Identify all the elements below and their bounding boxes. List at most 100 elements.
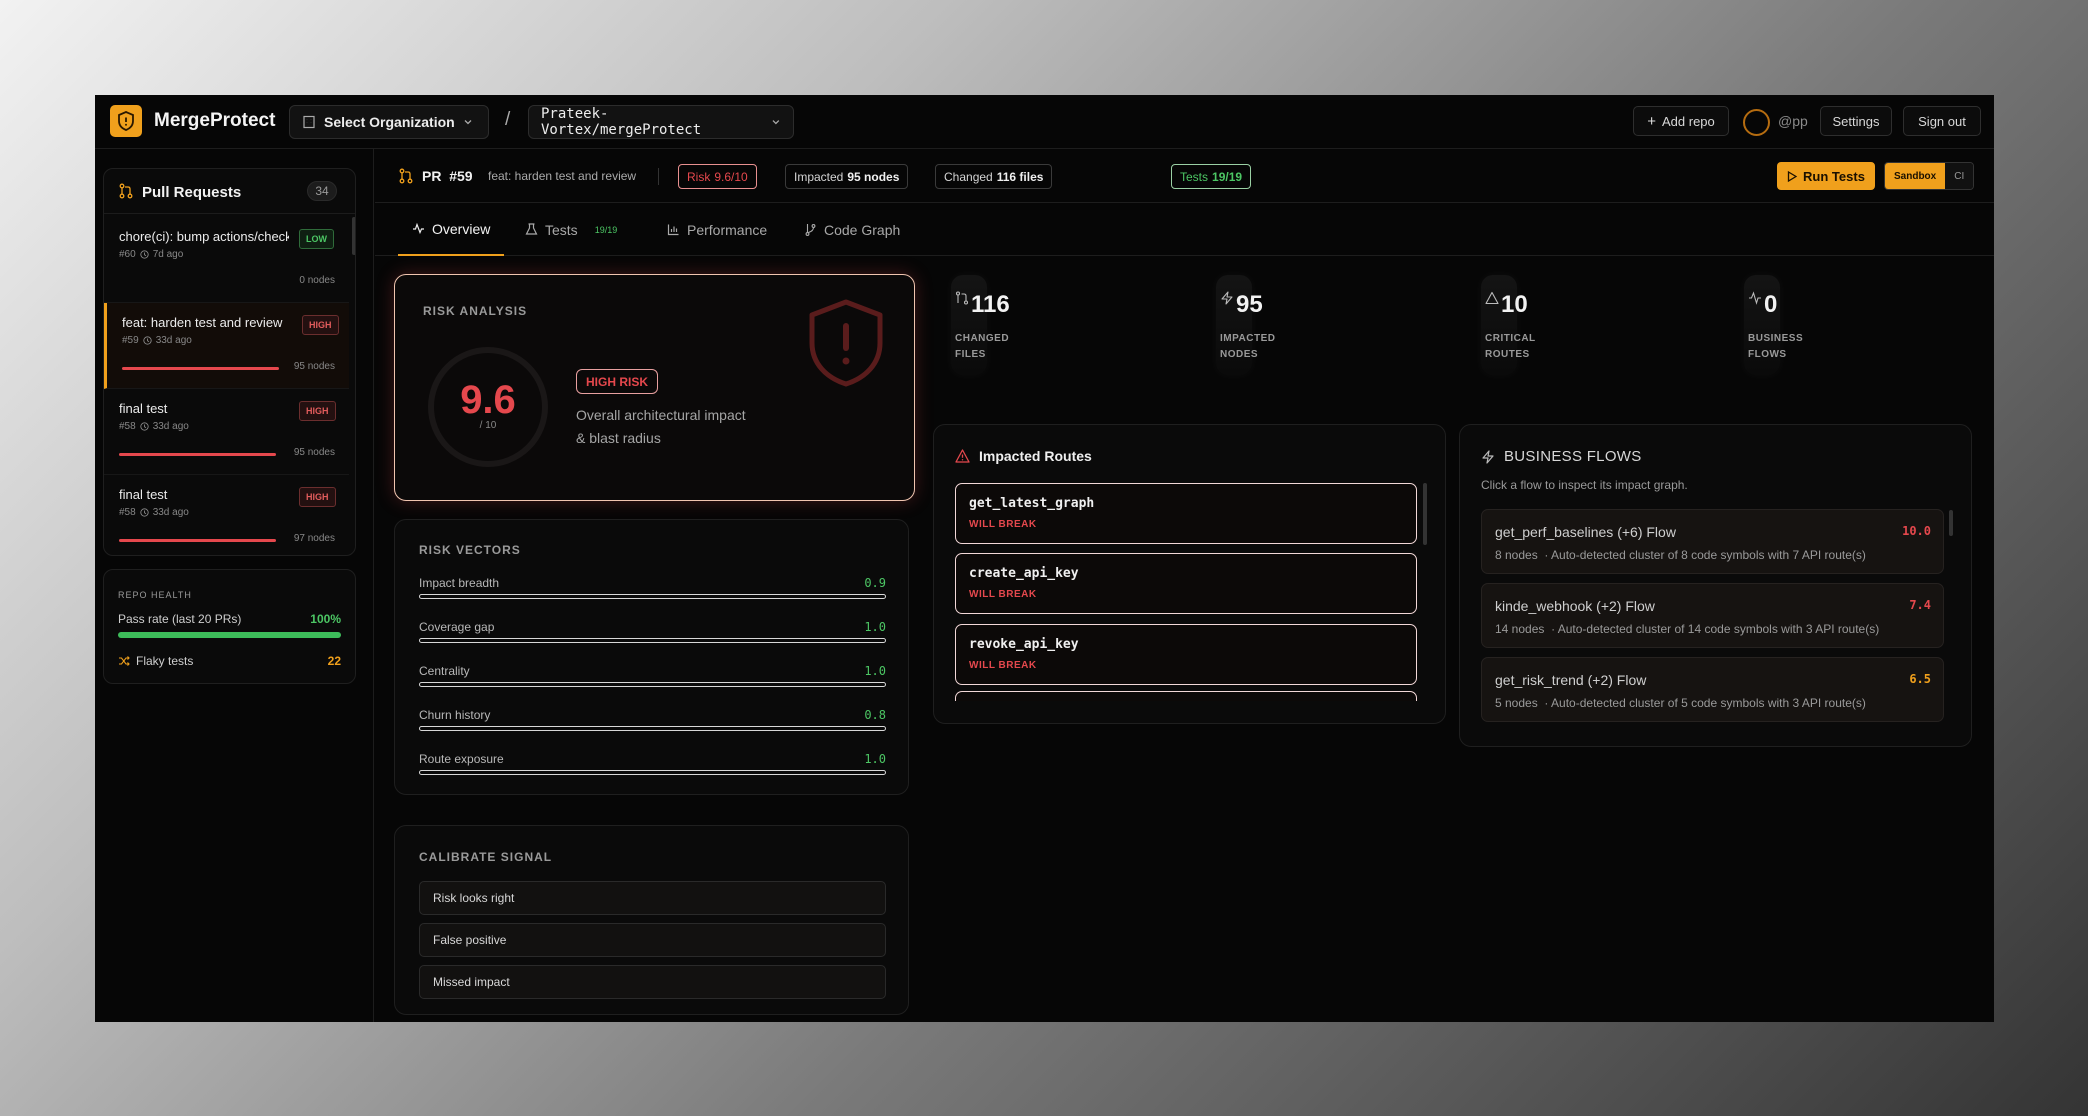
bar-chart-icon: [667, 224, 679, 236]
business-flows-subtitle: Click a flow to inspect its impact graph…: [1481, 478, 1688, 492]
risk-vector-name: Impact breadth: [419, 576, 500, 590]
risk-pill-label: Risk: [687, 169, 711, 184]
risk-looks-right-button[interactable]: Risk looks right: [419, 881, 886, 915]
business-flow-item[interactable]: get_risk_trend (+2) Flow 6.5 5 nodes · Aut…: [1481, 657, 1944, 722]
warning-icon: [1485, 291, 1499, 305]
route-item[interactable]: create_api_key WILL BREAK: [955, 553, 1417, 614]
tests-pill-label: Tests: [1180, 169, 1209, 184]
clock-icon: [140, 422, 149, 431]
pr-item-number: #58: [119, 507, 136, 518]
risk-bar: [119, 539, 276, 542]
mode-sandbox-button[interactable]: Sandbox: [1885, 163, 1946, 189]
settings-button[interactable]: Settings: [1820, 106, 1892, 136]
run-tests-button[interactable]: Run Tests: [1777, 162, 1875, 190]
route-item[interactable]: get_latest_graph WILL BREAK: [955, 483, 1417, 544]
chevron-down-icon: [464, 120, 472, 125]
pr-item-meta: #60 7d ago: [119, 249, 183, 260]
risk-vector-value: 0.8: [864, 708, 886, 722]
pr-list-scrollbar[interactable]: [352, 217, 355, 255]
pr-list-item[interactable]: final test #58 33d ago HIGH 95 nodes: [104, 389, 349, 475]
organization-select[interactable]: Select Organization: [289, 105, 489, 139]
flow-name: get_perf_baselines (+6) Flow: [1495, 524, 1676, 540]
flow-detail: · Auto-detected cluster of 14 code symbo…: [1551, 622, 1880, 636]
risk-bar: [119, 453, 276, 456]
pr-item-meta: #59 33d ago: [122, 335, 192, 346]
business-flow-item[interactable]: get_perf_baselines (+6) Flow 10.0 8 nodes …: [1481, 509, 1944, 574]
risk-vector-value: 0.9: [864, 576, 886, 590]
pr-item-number: #58: [119, 421, 136, 432]
risk-denominator: / 10: [479, 420, 497, 431]
route-item-partial[interactable]: [955, 691, 1417, 701]
shield-alert-icon: [809, 299, 883, 387]
pr-list-item[interactable]: final test #58 33d ago HIGH 97 nodes: [104, 475, 349, 555]
pr-list-item[interactable]: feat: harden test and review #59 33d ago HI…: [104, 303, 349, 389]
high-risk-badge: HIGH RISK: [576, 369, 659, 394]
avatar[interactable]: [1743, 109, 1770, 136]
flow-name: kinde_webhook (+2) Flow: [1495, 598, 1655, 614]
mode-ci-button[interactable]: CI: [1945, 163, 1974, 189]
flaky-tests-row[interactable]: Flaky tests: [118, 654, 193, 668]
stat-changed-files-caption: CHANGED FILES: [955, 333, 1010, 360]
risk-pill: Risk 9.6/10: [678, 164, 757, 189]
false-positive-button[interactable]: False positive: [419, 923, 886, 957]
tests-pill-value: 19/19: [1212, 169, 1243, 184]
stat-impacted-nodes: 95 IMPACTED NODES: [1216, 275, 1380, 379]
changed-pill-value: 116 files: [996, 169, 1044, 184]
logo-shield-icon[interactable]: [110, 105, 142, 137]
tab-tests[interactable]: Tests 19/19: [525, 203, 617, 256]
pr-list-item[interactable]: chore(ci): bump actions/checkout #60 7d ag…: [104, 217, 349, 303]
routes-scrollbar[interactable]: [1423, 483, 1427, 545]
pr-header: PR #59 feat: harden test and review Risk…: [375, 149, 1994, 203]
route-name: create_api_key: [969, 566, 1079, 581]
add-repo-button[interactable]: + Add repo: [1633, 106, 1729, 136]
clock-icon: [143, 336, 152, 345]
business-flow-item[interactable]: kinde_webhook (+2) Flow 7.4 14 nodes · Aut…: [1481, 583, 1944, 648]
tab-code-graph[interactable]: Code Graph: [804, 203, 900, 256]
pr-item-meta: #58 33d ago: [119, 507, 189, 518]
risk-vector-track: [419, 594, 886, 599]
repo-select-label: Prateek-Vortex/mergeProtect: [541, 106, 702, 138]
pr-item-age: 33d ago: [152, 507, 189, 518]
activity-icon: [1749, 291, 1761, 305]
calibrate-signal-label: CALIBRATE SIGNAL: [419, 850, 553, 864]
pr-item-nodes: 95 nodes: [293, 447, 335, 458]
tab-overview[interactable]: Overview: [398, 203, 505, 256]
pr-item-nodes: 95 nodes: [293, 361, 335, 372]
risk-analysis-label: RISK ANALYSIS: [423, 304, 528, 318]
plus-icon: +: [1647, 112, 1656, 130]
tests-pill: Tests 19/19: [1171, 164, 1252, 189]
stat-business-flows-value: 0: [1764, 291, 1778, 318]
pr-item-title: final test: [119, 401, 168, 416]
chevron-down-icon: [772, 120, 780, 125]
tab-overview-label: Overview: [432, 220, 491, 237]
route-status: WILL BREAK: [969, 589, 1037, 600]
zap-icon: [1482, 449, 1494, 464]
pr-item-title: final test: [119, 487, 168, 502]
flows-scrollbar[interactable]: [1949, 510, 1953, 536]
zap-icon: [1221, 291, 1233, 305]
calibrate-signal-card: CALIBRATE SIGNAL Risk looks right False …: [394, 825, 909, 1015]
stat-changed-files: 116 CHANGED FILES: [951, 275, 1115, 379]
risk-vector-value: 1.0: [864, 620, 886, 634]
risk-vector-name: Centrality: [419, 664, 470, 678]
business-flows-header: BUSINESS FLOWS: [1481, 448, 1642, 465]
repo-health-label: REPO HEALTH: [118, 590, 192, 600]
pr-number-value: #59: [449, 168, 473, 184]
impacted-routes-title: Impacted Routes: [979, 448, 1092, 464]
risk-vector-track: [419, 682, 886, 687]
brand-name: MergeProtect: [154, 110, 276, 131]
route-item[interactable]: revoke_api_key WILL BREAK: [955, 624, 1417, 685]
missed-impact-button[interactable]: Missed impact: [419, 965, 886, 999]
shuffle-icon: [119, 656, 130, 666]
repo-select[interactable]: Prateek-Vortex/mergeProtect: [528, 105, 794, 139]
flow-description: 8 nodes · Auto-detected cluster of 8 cod…: [1495, 548, 1866, 562]
play-icon: [1787, 170, 1798, 182]
divider: [658, 168, 659, 185]
route-status: WILL BREAK: [969, 660, 1037, 671]
organization-select-label: Select Organization: [324, 114, 455, 130]
sign-out-button[interactable]: Sign out: [1903, 106, 1981, 136]
flow-score: 7.4: [1909, 598, 1931, 612]
risk-vector-value: 1.0: [864, 752, 886, 766]
risk-pill-value: 9.6/10: [714, 169, 748, 184]
tab-performance[interactable]: Performance: [667, 203, 767, 256]
